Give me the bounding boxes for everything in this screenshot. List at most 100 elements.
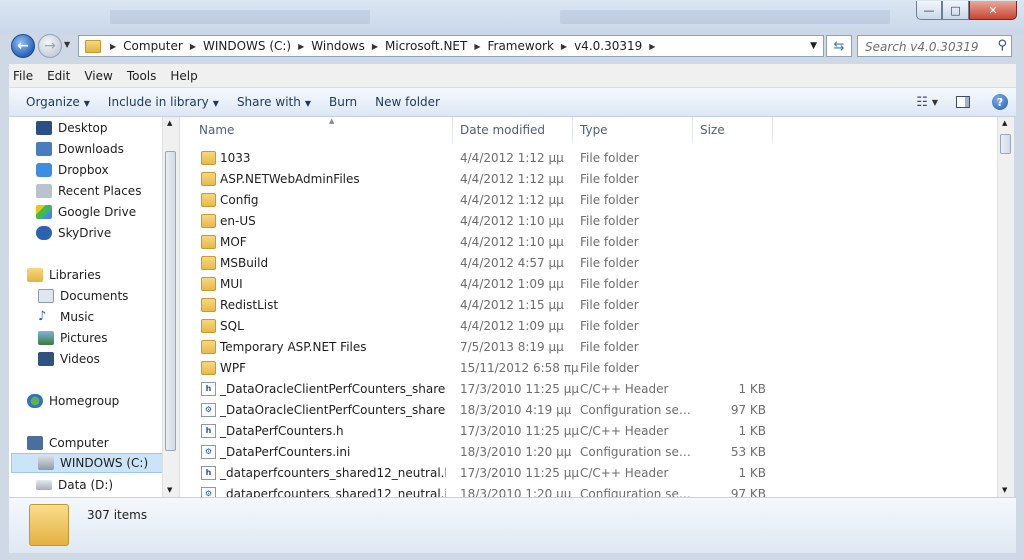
- scrollbar-thumb[interactable]: [1000, 134, 1011, 154]
- nav-item-data-d[interactable]: Data (D:): [36, 475, 179, 495]
- table-row[interactable]: h _dataperfcounters_shared12_neutral.h 17/…: [190, 463, 990, 484]
- table-row[interactable]: ⚙ _DataPerfCounters.ini 18/3/2010 1:20 μμ C…: [190, 442, 990, 463]
- preview-pane-icon[interactable]: [956, 96, 970, 108]
- include-in-library-button[interactable]: Include in library ▼: [99, 95, 228, 109]
- header-file-icon: h: [201, 424, 216, 438]
- search-icon[interactable]: ⚲: [997, 38, 1007, 53]
- address-bar[interactable]: ▶ Computer ▶ WINDOWS (C:) ▶ Windows ▶ Mi…: [78, 35, 824, 57]
- file-type: Configuration sett...: [580, 487, 692, 497]
- nav-item-desktop[interactable]: Desktop: [36, 118, 179, 138]
- refresh-button[interactable]: ⇆: [826, 35, 852, 57]
- folder-icon: [201, 361, 216, 375]
- nav-label: Desktop: [58, 121, 108, 135]
- chevron-right-icon: ▶: [371, 41, 379, 51]
- nav-item-music[interactable]: ♪ Music: [38, 307, 179, 327]
- address-history-dropdown[interactable]: ▼: [810, 41, 817, 51]
- file-size: 1 KB: [738, 382, 766, 396]
- nav-item-recent-places[interactable]: Recent Places: [36, 181, 179, 201]
- maximize-button[interactable]: □: [942, 1, 969, 20]
- column-header-date[interactable]: Date modified: [453, 117, 573, 143]
- downloads-icon: [36, 142, 52, 156]
- nav-item-downloads[interactable]: Downloads: [36, 139, 179, 159]
- scroll-up-icon[interactable]: ▲: [1002, 119, 1007, 127]
- file-size: 53 KB: [730, 445, 766, 459]
- desktop-icon: [36, 121, 52, 135]
- help-icon[interactable]: ?: [992, 94, 1008, 110]
- breadcrumb-computer[interactable]: Computer: [119, 39, 187, 53]
- nav-item-windows-c[interactable]: WINDOWS (C:): [11, 453, 169, 473]
- close-button[interactable]: ✕: [969, 1, 1017, 20]
- table-row[interactable]: MSBuild 4/4/2012 4:57 μμ File folder: [190, 253, 990, 274]
- table-row[interactable]: MOF 4/4/2012 1:10 μμ File folder: [190, 232, 990, 253]
- new-folder-button[interactable]: New folder: [366, 95, 449, 109]
- config-file-icon: ⚙: [201, 487, 216, 497]
- table-row[interactable]: Config 4/4/2012 1:12 μμ File folder: [190, 190, 990, 211]
- column-header-size[interactable]: Size: [693, 117, 773, 143]
- back-button[interactable]: ←: [11, 34, 35, 58]
- file-list-scrollbar[interactable]: ▲ ▼: [997, 117, 1014, 497]
- table-row[interactable]: h _DataPerfCounters.h 17/3/2010 11:25 μμ C/…: [190, 421, 990, 442]
- videos-icon: [38, 352, 54, 366]
- nav-item-documents[interactable]: Documents: [38, 286, 179, 306]
- nav-item-videos[interactable]: Videos: [38, 349, 179, 369]
- table-row[interactable]: ASP.NETWebAdminFiles 4/4/2012 1:12 μμ File…: [190, 169, 990, 190]
- breadcrumb-framework[interactable]: Framework: [483, 39, 557, 53]
- scroll-down-icon[interactable]: ▼: [1002, 486, 1007, 494]
- google-drive-icon: [36, 205, 52, 219]
- menu-edit[interactable]: Edit: [40, 69, 77, 83]
- table-row[interactable]: MUI 4/4/2012 1:09 μμ File folder: [190, 274, 990, 295]
- file-date: 18/3/2010 1:20 μμ: [460, 487, 572, 497]
- table-row[interactable]: Temporary ASP.NET Files 7/5/2013 8:19 μμ F…: [190, 337, 990, 358]
- nav-item-skydrive[interactable]: SkyDrive: [36, 223, 179, 243]
- share-with-button[interactable]: Share with ▼: [228, 95, 320, 109]
- scroll-down-icon[interactable]: ▼: [167, 486, 172, 494]
- table-row[interactable]: RedistList 4/4/2012 1:15 μμ File folder: [190, 295, 990, 316]
- arrow-left-icon: ←: [17, 38, 29, 54]
- forward-button[interactable]: →: [38, 34, 62, 58]
- organize-button[interactable]: Organize ▼: [9, 95, 99, 109]
- scrollbar-thumb[interactable]: [165, 151, 176, 451]
- table-row[interactable]: en-US 4/4/2012 1:10 μμ File folder: [190, 211, 990, 232]
- nav-item-dropbox[interactable]: Dropbox: [36, 160, 179, 180]
- menu-view[interactable]: View: [77, 69, 119, 83]
- nav-item-computer[interactable]: Computer: [27, 433, 179, 453]
- burn-button[interactable]: Burn: [320, 95, 366, 109]
- table-row[interactable]: h _DataOracleClientPerfCounters_shared12.…: [190, 379, 990, 400]
- search-input[interactable]: [863, 37, 995, 57]
- nav-label: Computer: [49, 436, 109, 450]
- breadcrumb-windows[interactable]: Windows: [307, 39, 369, 53]
- header-file-icon: h: [201, 466, 216, 480]
- nav-item-homegroup[interactable]: Homegroup: [27, 391, 179, 411]
- breadcrumb-microsoft-net[interactable]: Microsoft.NET: [381, 39, 471, 53]
- breadcrumb-windows-c[interactable]: WINDOWS (C:): [199, 39, 295, 53]
- view-options-dropdown[interactable]: ▼: [932, 98, 956, 107]
- table-row[interactable]: 1033 4/4/2012 1:12 μμ File folder: [190, 148, 990, 169]
- column-header-type[interactable]: Type: [573, 117, 693, 143]
- minimize-button[interactable]: —: [916, 1, 942, 20]
- table-row[interactable]: ⚙ _DataOracleClientPerfCounters_shared12.…: [190, 400, 990, 421]
- table-row[interactable]: WPF 15/11/2012 6:58 πμ File folder: [190, 358, 990, 379]
- scroll-up-icon[interactable]: ▲: [167, 119, 172, 127]
- file-date: 4/4/2012 4:57 μμ: [460, 256, 564, 270]
- file-size: 97 KB: [730, 403, 766, 417]
- file-date: 4/4/2012 1:09 μμ: [460, 319, 564, 333]
- nav-label: Music: [60, 310, 95, 324]
- file-size: 97 KB: [730, 487, 766, 497]
- folder-icon: [201, 340, 216, 354]
- table-row[interactable]: ⚙ _dataperfcounters_shared12_neutral.ini 1…: [190, 484, 990, 497]
- nav-item-libraries[interactable]: Libraries: [27, 265, 179, 285]
- file-date: 4/4/2012 1:10 μμ: [460, 235, 564, 249]
- file-name: ASP.NETWebAdminFiles: [220, 172, 360, 186]
- table-row[interactable]: SQL 4/4/2012 1:09 μμ File folder: [190, 316, 990, 337]
- menu-help[interactable]: Help: [163, 69, 204, 83]
- breadcrumb-version[interactable]: v4.0.30319: [570, 39, 646, 53]
- nav-item-google-drive[interactable]: Google Drive: [36, 202, 179, 222]
- column-header-name[interactable]: Name ▲: [192, 117, 453, 143]
- file-name: MOF: [220, 235, 247, 249]
- recent-pages-dropdown[interactable]: ▼: [64, 40, 70, 49]
- navigation-scrollbar[interactable]: ▲ ▼: [162, 117, 179, 497]
- menu-tools[interactable]: Tools: [120, 69, 164, 83]
- nav-item-pictures[interactable]: Pictures: [38, 328, 179, 348]
- change-view-icon[interactable]: ☷: [912, 95, 932, 110]
- menu-file[interactable]: File: [9, 69, 40, 83]
